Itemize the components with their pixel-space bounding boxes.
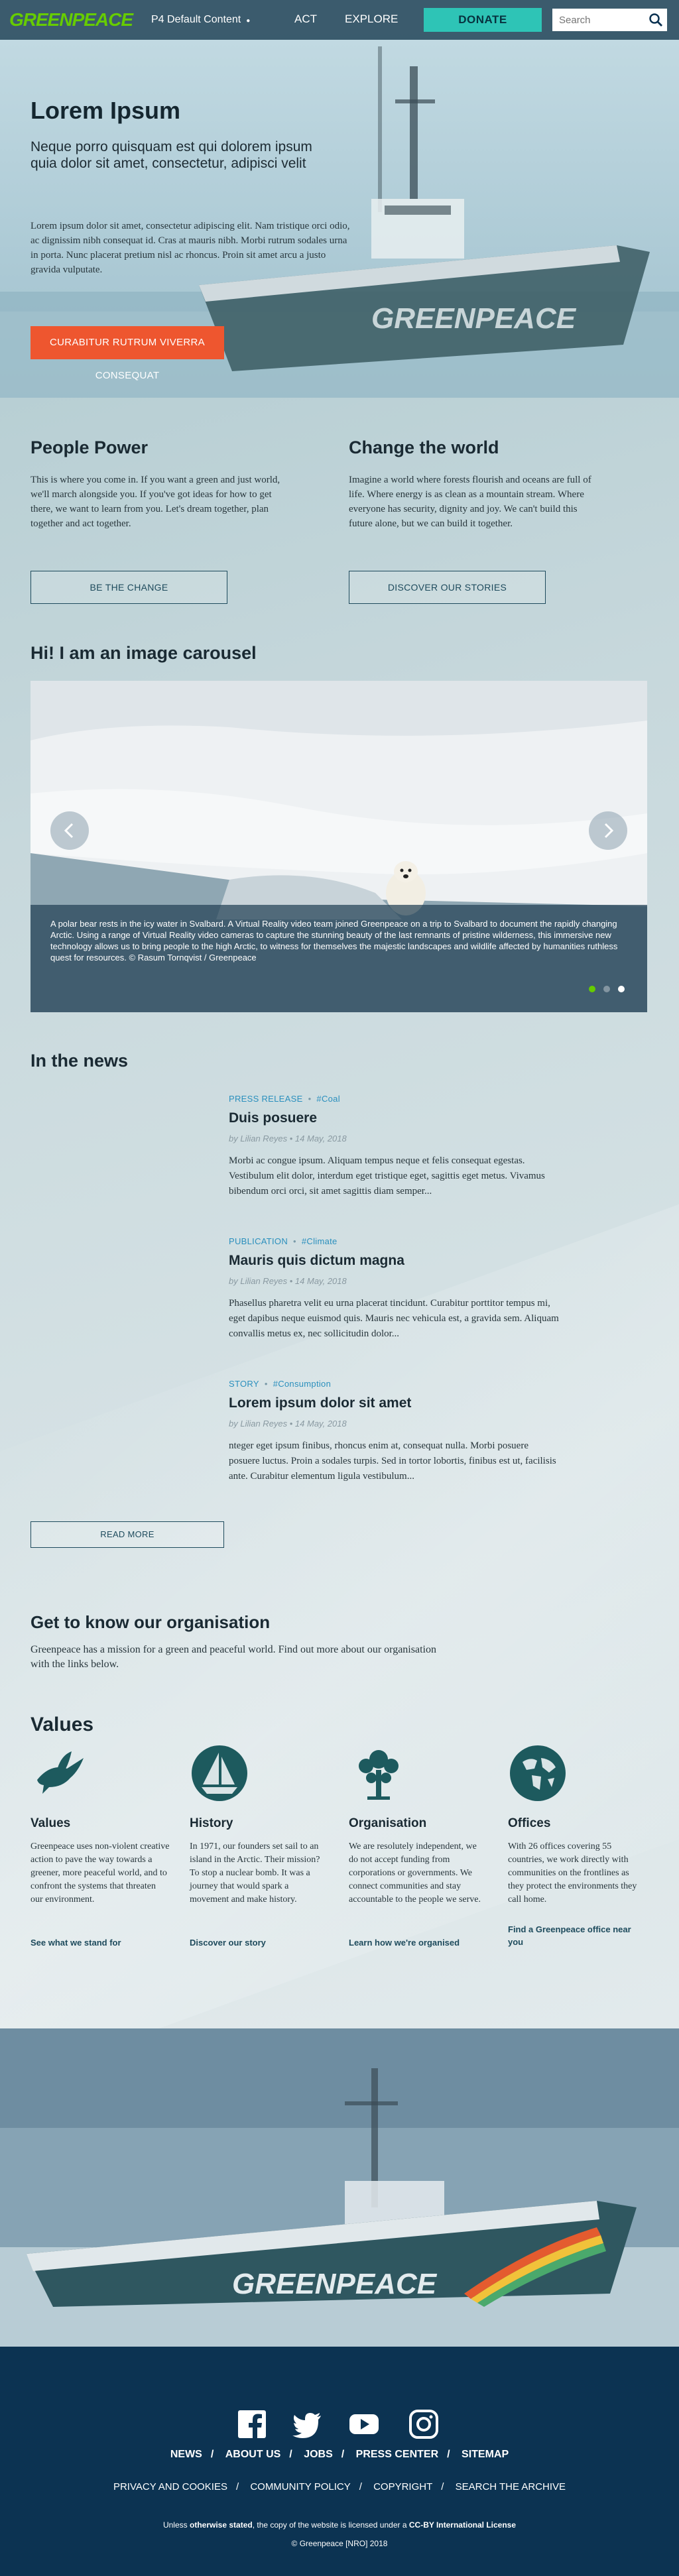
news-item-body: Phasellus pharetra velit eu urna placera…: [229, 1298, 559, 1339]
carousel-prev-button[interactable]: [50, 811, 89, 850]
footer-link-press-center[interactable]: PRESS CENTER: [356, 2449, 438, 2460]
facebook-icon[interactable]: [237, 2409, 267, 2439]
image-carousel: A polar bear rests in the icy water in S…: [31, 681, 647, 1012]
donate-button[interactable]: DONATE: [424, 8, 542, 32]
value-card-title: History: [190, 1816, 233, 1830]
carousel-title: Hi! I am an image carousel: [31, 643, 257, 663]
read-more-button[interactable]: READ MORE: [31, 1521, 224, 1548]
news-item-title[interactable]: Lorem ipsum dolor sit amet: [229, 1395, 411, 1411]
hero-body: Lorem ipsum dolor sit amet, consectetur …: [31, 221, 350, 275]
news-item-meta: by Lilian Reyes • 14 May, 2018: [229, 1134, 347, 1143]
svg-text:GREENPEACE: GREENPEACE: [371, 302, 577, 335]
value-card-title: Offices: [508, 1816, 551, 1830]
footer-link-community-policy[interactable]: COMMUNITY POLICY: [250, 2481, 350, 2492]
youtube-icon[interactable]: [349, 2409, 379, 2439]
values-title: Values: [31, 1714, 94, 1735]
svg-text:GREENPEACE: GREENPEACE: [232, 2268, 438, 2300]
news-tag[interactable]: #Consumption: [273, 1379, 331, 1389]
value-card-body: Greenpeace uses non-violent creative act…: [31, 1842, 170, 1904]
main-content: [0, 398, 679, 2028]
nav-explore-link[interactable]: EXPLORE: [345, 13, 398, 26]
ship-footer-image: GREENPEACE: [0, 2028, 679, 2347]
footer-link-sitemap[interactable]: SITEMAP: [462, 2449, 509, 2460]
site-selector-label: P4 Default Content: [151, 14, 241, 25]
value-card-body: With 26 offices covering 55 countries, w…: [508, 1842, 637, 1904]
site-selector[interactable]: P4 Default Content ●: [151, 14, 250, 26]
hero-subtitle: Neque porro quisquam est qui dolorem ips…: [31, 139, 312, 171]
tree-icon: [359, 1750, 399, 1800]
value-card-body: In 1971, our founders set sail to an isl…: [190, 1842, 320, 1904]
globe-icon: [510, 1745, 566, 1801]
news-type[interactable]: PUBLICATION: [229, 1236, 288, 1246]
news-item-tags: STORY • #Consumption: [229, 1379, 332, 1389]
carousel-caption: A polar bear rests in the icy water in S…: [31, 905, 647, 1012]
chevron-down-icon: ●: [246, 17, 251, 25]
license-notice: Unless otherwise stated, the copy of the…: [0, 2520, 679, 2530]
sailboat-icon: [192, 1745, 247, 1801]
news-tag[interactable]: #Coal: [316, 1094, 340, 1104]
chevron-right-icon: [604, 823, 614, 839]
instagram-icon[interactable]: [408, 2409, 439, 2439]
news-item-tags: PUBLICATION • #Climate: [229, 1236, 338, 1246]
top-navigation: GREENPEACE P4 Default Content ● ACT EXPLO…: [0, 0, 679, 40]
chevron-left-icon: [64, 823, 74, 839]
footer-link-jobs[interactable]: JOBS: [304, 2449, 333, 2460]
carousel-dot[interactable]: [618, 986, 625, 992]
change-the-world-title: Change the world: [349, 438, 499, 457]
news-item-meta: by Lilian Reyes • 14 May, 2018: [229, 1276, 347, 1286]
twitter-icon[interactable]: [292, 2409, 322, 2439]
carousel-dot[interactable]: [603, 986, 610, 992]
carousel-caption-text: A polar bear rests in the icy water in S…: [50, 919, 618, 963]
dove-icon: [37, 1751, 84, 1794]
news-item-meta: by Lilian Reyes • 14 May, 2018: [229, 1419, 347, 1429]
news-item-body: Morbi ac congue ipsum. Aliquam tempus ne…: [229, 1155, 545, 1197]
footer-secondary-links: PRIVACY AND COOKIES / COMMUNITY POLICY / C…: [113, 2481, 566, 2492]
license-link[interactable]: CC-BY International License: [409, 2520, 516, 2530]
value-card-title: Values: [31, 1816, 71, 1830]
footer-primary-links: NEWS / ABOUT US / JOBS / PRESS CENTER / SITE…: [170, 2449, 509, 2460]
footer-link-copyright[interactable]: COPYRIGHT: [373, 2481, 432, 2492]
be-the-change-button[interactable]: BE THE CHANGE: [31, 571, 227, 604]
license-emphasis: otherwise stated: [190, 2520, 253, 2530]
carousel-next-button[interactable]: [589, 811, 627, 850]
license-text: , the copy of the website is licensed un…: [252, 2520, 407, 2530]
greenpeace-logo[interactable]: GREENPEACE: [9, 9, 133, 30]
news-tag[interactable]: #Climate: [302, 1236, 338, 1246]
organisation-title: Get to know our organisation: [31, 1612, 271, 1632]
footer-link-about-us[interactable]: ABOUT US: [225, 2449, 281, 2460]
site-footer: NEWS / ABOUT US / JOBS / PRESS CENTER / SITE…: [0, 2347, 679, 2576]
license-prefix: Unless: [162, 2520, 188, 2530]
discover-stories-button[interactable]: DISCOVER OUR STORIES: [349, 571, 546, 604]
value-card-link[interactable]: Find a Greenpeace office near you: [508, 1923, 647, 1948]
footer-link-privacy[interactable]: PRIVACY AND COOKIES: [113, 2481, 227, 2492]
people-power-body: This is where you come in. If you want a…: [31, 475, 280, 529]
ship-image: GREENPEACE: [0, 2028, 679, 2347]
copyright-text: © Greenpeace [NRO] 2018: [291, 2539, 388, 2548]
news-type[interactable]: PRESS RELEASE: [229, 1094, 303, 1104]
value-card-link[interactable]: Learn how we're organised: [349, 1936, 488, 1949]
footer-link-search-archive[interactable]: SEARCH THE ARCHIVE: [456, 2481, 566, 2492]
value-card-title: Organisation: [349, 1816, 427, 1830]
news-item-title[interactable]: Duis posuere: [229, 1110, 317, 1126]
hero-title: Lorem Ipsum: [31, 97, 181, 124]
footer-link-news[interactable]: NEWS: [170, 2449, 202, 2460]
news-type[interactable]: STORY: [229, 1379, 259, 1389]
nav-act-link[interactable]: ACT: [294, 13, 317, 26]
search-icon[interactable]: [648, 13, 663, 27]
value-card-link[interactable]: See what we stand for: [31, 1936, 170, 1949]
change-the-world-body: Imagine a world where forests flourish a…: [349, 475, 591, 529]
news-item-title[interactable]: Mauris quis dictum magna: [229, 1253, 404, 1269]
value-card-link[interactable]: Discover our story: [190, 1936, 329, 1949]
people-power-title: People Power: [31, 438, 149, 457]
organisation-body: Greenpeace has a mission for a green and…: [31, 1644, 436, 1670]
news-item-tags: PRESS RELEASE • #Coal: [229, 1094, 340, 1104]
value-card-body: We are resolutely independent, we do not…: [349, 1842, 481, 1904]
hero-cta-button[interactable]: CURABITUR RUTRUM VIVERRA CONSEQUAT: [31, 326, 224, 381]
news-title: In the news: [31, 1051, 129, 1071]
carousel-dot[interactable]: [589, 986, 595, 992]
news-item-body: nteger eget ipsum finibus, rhoncus enim …: [229, 1440, 556, 1482]
